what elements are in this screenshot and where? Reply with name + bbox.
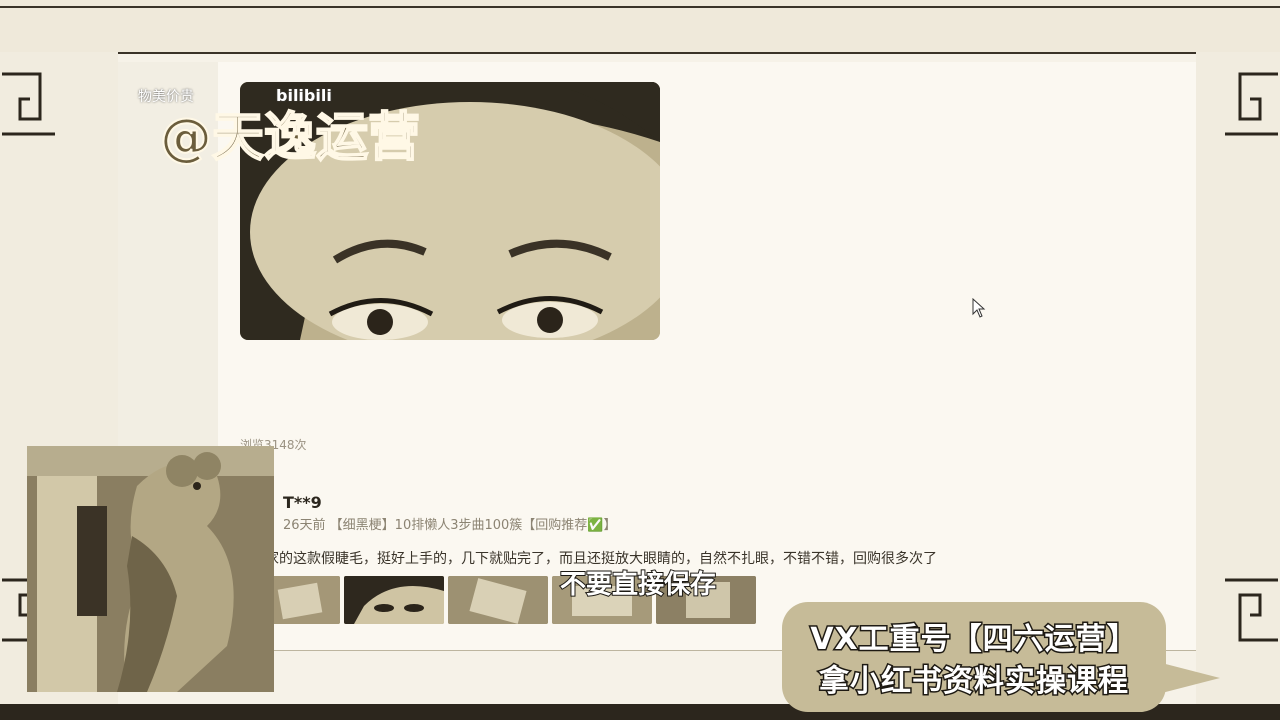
top-frame-band — [0, 0, 1280, 54]
review-meta: 26天前 【细黑梗】10排懒人3步曲100簇【回购推荐✅】 — [283, 518, 617, 533]
corner-ornament-icon — [1220, 570, 1280, 650]
promo-line-2: 拿小红书资料实操课程 — [818, 663, 1130, 701]
video-subtitle: 不要直接保存 — [559, 569, 717, 601]
top-frame-line — [0, 6, 1280, 8]
brand-watermark: @天逸运营 — [159, 107, 421, 169]
mouse-pointer-icon — [972, 297, 986, 318]
review-thumbnail[interactable] — [272, 576, 340, 624]
promo-line-1: VX工重号【四六运营】 — [809, 621, 1138, 659]
video-frame: 物美价贵 bilibili @天逸运营 浏览3148次 T**9 26天前 【细… — [0, 0, 1280, 720]
watermark-caption: 物美价贵 — [138, 89, 194, 105]
review-username[interactable]: T**9 — [283, 493, 322, 512]
review-thumbnail[interactable] — [448, 576, 548, 624]
promo-speech-bubble: VX工重号【四六运营】 拿小红书资料实操课程 — [782, 602, 1166, 712]
review-thumbnail[interactable] — [344, 576, 444, 624]
presenter-camera-inset — [27, 446, 274, 692]
corner-ornament-icon — [1220, 64, 1280, 144]
bilibili-watermark: bilibili — [276, 86, 332, 105]
corner-ornament-icon — [0, 64, 60, 144]
